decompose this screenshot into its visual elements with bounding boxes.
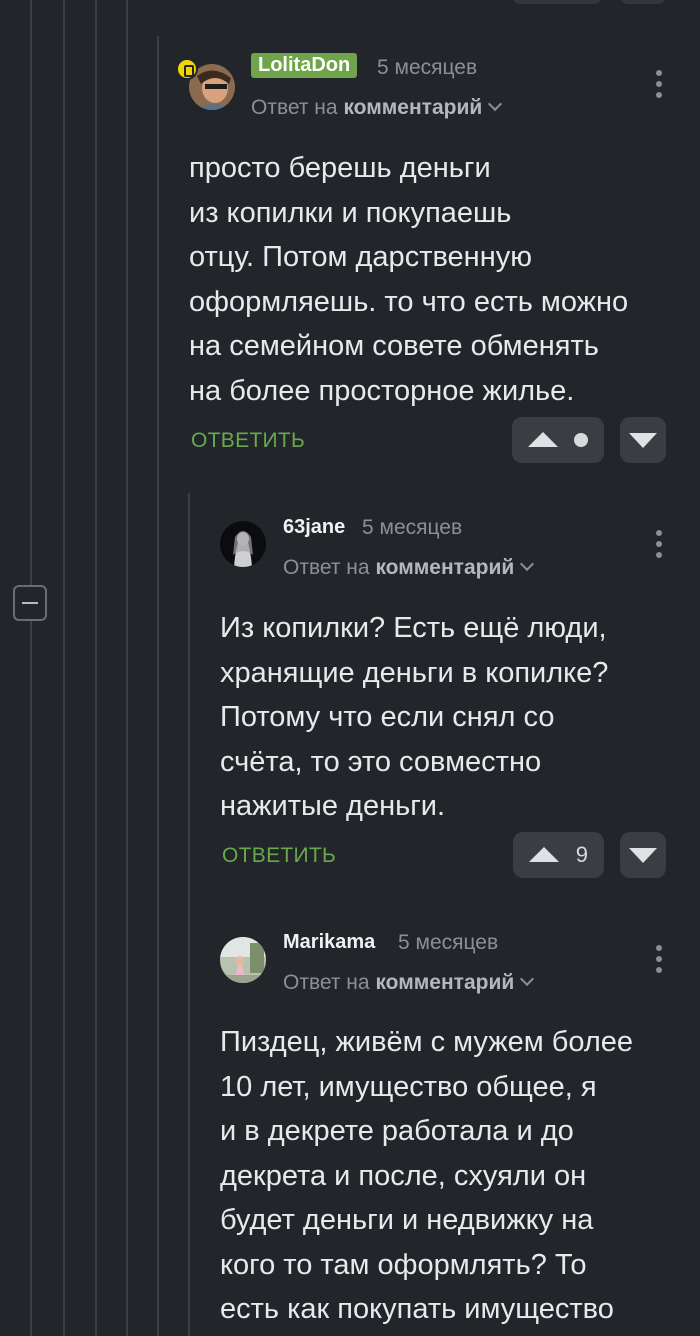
upvote-icon (529, 847, 559, 862)
downvote-icon (629, 433, 657, 448)
downvote-icon (629, 848, 657, 863)
collapse-thread-icon[interactable] (13, 585, 47, 621)
rating-hidden-icon (574, 433, 588, 447)
thread-line (157, 36, 159, 1336)
comment-text: Из копилки? Есть ещё люди, хранящие день… (220, 612, 609, 822)
thread-line (63, 0, 65, 1336)
comment-text: просто берешь деньги из копилки и покупа… (189, 152, 629, 407)
thread-line (95, 0, 97, 1336)
upvote-icon (528, 432, 558, 447)
downvote-button[interactable] (620, 417, 666, 463)
thread-line (126, 0, 128, 1336)
avatar[interactable] (220, 521, 266, 567)
thread-line (30, 0, 32, 1336)
avatar[interactable] (220, 937, 266, 983)
badge-icon (176, 58, 198, 80)
reply-to-link[interactable]: Ответ на комментарий (283, 971, 535, 995)
downvote-button[interactable] (620, 832, 666, 878)
reply-button[interactable]: ОТВЕТИТЬ (191, 429, 305, 453)
comment-time: 5 месяцев (377, 56, 478, 79)
comment-text: Пиздец, живём с мужем более 10 лет, имущ… (220, 1026, 634, 1325)
chevron-down-icon (520, 971, 535, 987)
username[interactable]: 63jane (283, 516, 345, 539)
upvote-button[interactable]: 9 (513, 832, 604, 878)
thread-line (188, 493, 190, 1336)
reply-to-link[interactable]: Ответ на комментарий (283, 556, 535, 580)
username[interactable]: LolitaDon (251, 53, 358, 78)
previous-vote-button[interactable] (512, 0, 602, 4)
more-options-icon[interactable] (656, 945, 662, 975)
username[interactable]: Marikama (283, 931, 375, 954)
upvote-button[interactable] (512, 417, 604, 463)
previous-downvote-button[interactable] (620, 0, 666, 4)
reply-button[interactable]: ОТВЕТИТЬ (222, 844, 336, 868)
comment-time: 5 месяцев (362, 516, 463, 539)
more-options-icon[interactable] (656, 530, 662, 560)
rating-count: 9 (575, 842, 588, 867)
reply-to-link[interactable]: Ответ на комментарий (251, 96, 503, 120)
chevron-down-icon (488, 96, 503, 112)
more-options-icon[interactable] (656, 70, 662, 100)
comment-time: 5 месяцев (398, 931, 499, 954)
chevron-down-icon (520, 556, 535, 572)
